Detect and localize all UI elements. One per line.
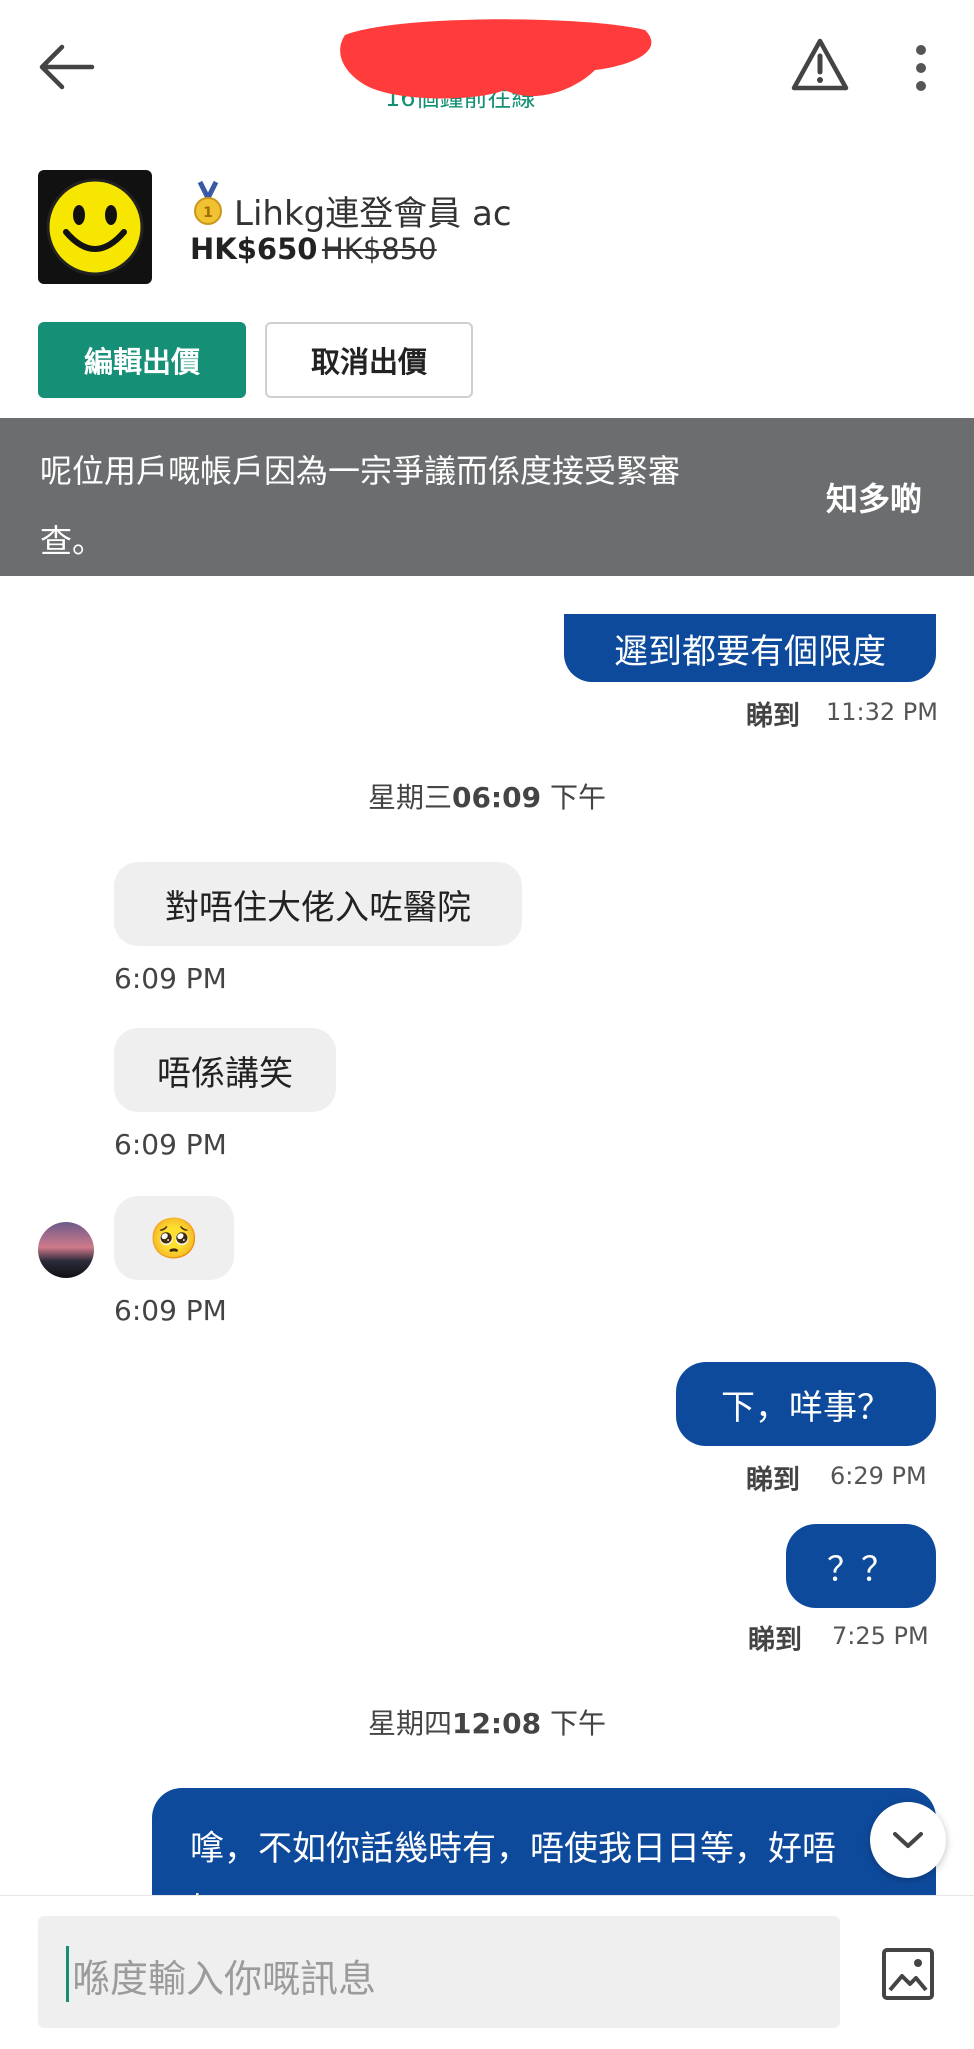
message-bubble-outgoing[interactable]: 遲到都要有個限度 — [564, 614, 936, 682]
read-receipt: 睇到 — [746, 1465, 800, 1496]
scroll-to-bottom-button[interactable] — [870, 1802, 946, 1878]
medal-icon: 1 — [194, 180, 222, 225]
date-separator-day: 星期四 — [367, 1707, 452, 1740]
banner-message: 呢位用戶嘅帳戶因為一宗爭議而係度接受緊審查。 — [40, 452, 681, 560]
date-separator-period: 下午 — [550, 781, 607, 814]
message-time: 6:09 PM — [114, 962, 227, 995]
original-price: HK$850 — [322, 232, 437, 266]
arrow-left-icon[interactable] — [36, 42, 96, 92]
offer-price: HK$650 — [190, 232, 318, 266]
text-caret — [66, 1946, 69, 2002]
sender-avatar[interactable] — [38, 1222, 94, 1278]
date-separator: 星期三06:09 下午 — [0, 776, 974, 816]
message-input-placeholder: 喺度輸入你嘅訊息 — [72, 1957, 377, 2001]
message-time: 11:32 PM — [826, 698, 938, 726]
image-icon[interactable] — [880, 1946, 936, 2002]
date-separator-time: 06:09 — [451, 781, 542, 814]
smiley-face-icon — [46, 178, 144, 276]
message-bubble-outgoing[interactable]: 嗱，不如你話幾時有，唔使我日日等，好唔好？ — [152, 1788, 936, 1895]
message-bubble-incoming[interactable]: 對唔住大佬入咗醫院 — [114, 862, 522, 946]
date-separator-time: 12:08 — [451, 1707, 542, 1740]
message-time: 7:25 PM — [832, 1622, 929, 1650]
read-receipt: 睇到 — [746, 701, 800, 732]
date-separator-day: 星期三 — [367, 781, 452, 814]
message-bubble-outgoing[interactable]: ？？ — [786, 1524, 936, 1608]
message-time: 6:09 PM — [114, 1128, 227, 1161]
message-time: 6:29 PM — [830, 1462, 927, 1490]
cancel-offer-button[interactable]: 取消出價 — [265, 322, 473, 398]
date-separator-period: 下午 — [550, 1707, 607, 1740]
message-bubble-incoming[interactable]: 唔係講笑 — [114, 1028, 336, 1112]
more-vertical-icon[interactable] — [905, 40, 937, 96]
read-receipt: 睇到 — [748, 1625, 802, 1656]
warning-triangle-icon[interactable] — [790, 36, 850, 94]
message-bubble-incoming[interactable]: 🥺 — [114, 1196, 234, 1280]
message-clip: 嗱，不如你話幾時有，唔使我日日等，好唔好？ — [152, 1788, 936, 1895]
edit-offer-button[interactable]: 編輯出價 — [38, 322, 246, 398]
listing-thumbnail[interactable] — [38, 170, 152, 284]
date-separator: 星期四12:08 下午 — [0, 1702, 974, 1742]
message-bubble-outgoing[interactable]: 下，咩事？ — [676, 1362, 936, 1446]
redaction-mark — [340, 19, 652, 99]
learn-more-link[interactable]: 知多啲 — [826, 474, 922, 520]
message-time: 6:09 PM — [114, 1294, 227, 1327]
chevron-down-icon — [893, 1832, 923, 1848]
svg-text:1: 1 — [203, 205, 213, 221]
listing-title[interactable]: Lihkg連登會員 ac — [234, 186, 512, 235]
